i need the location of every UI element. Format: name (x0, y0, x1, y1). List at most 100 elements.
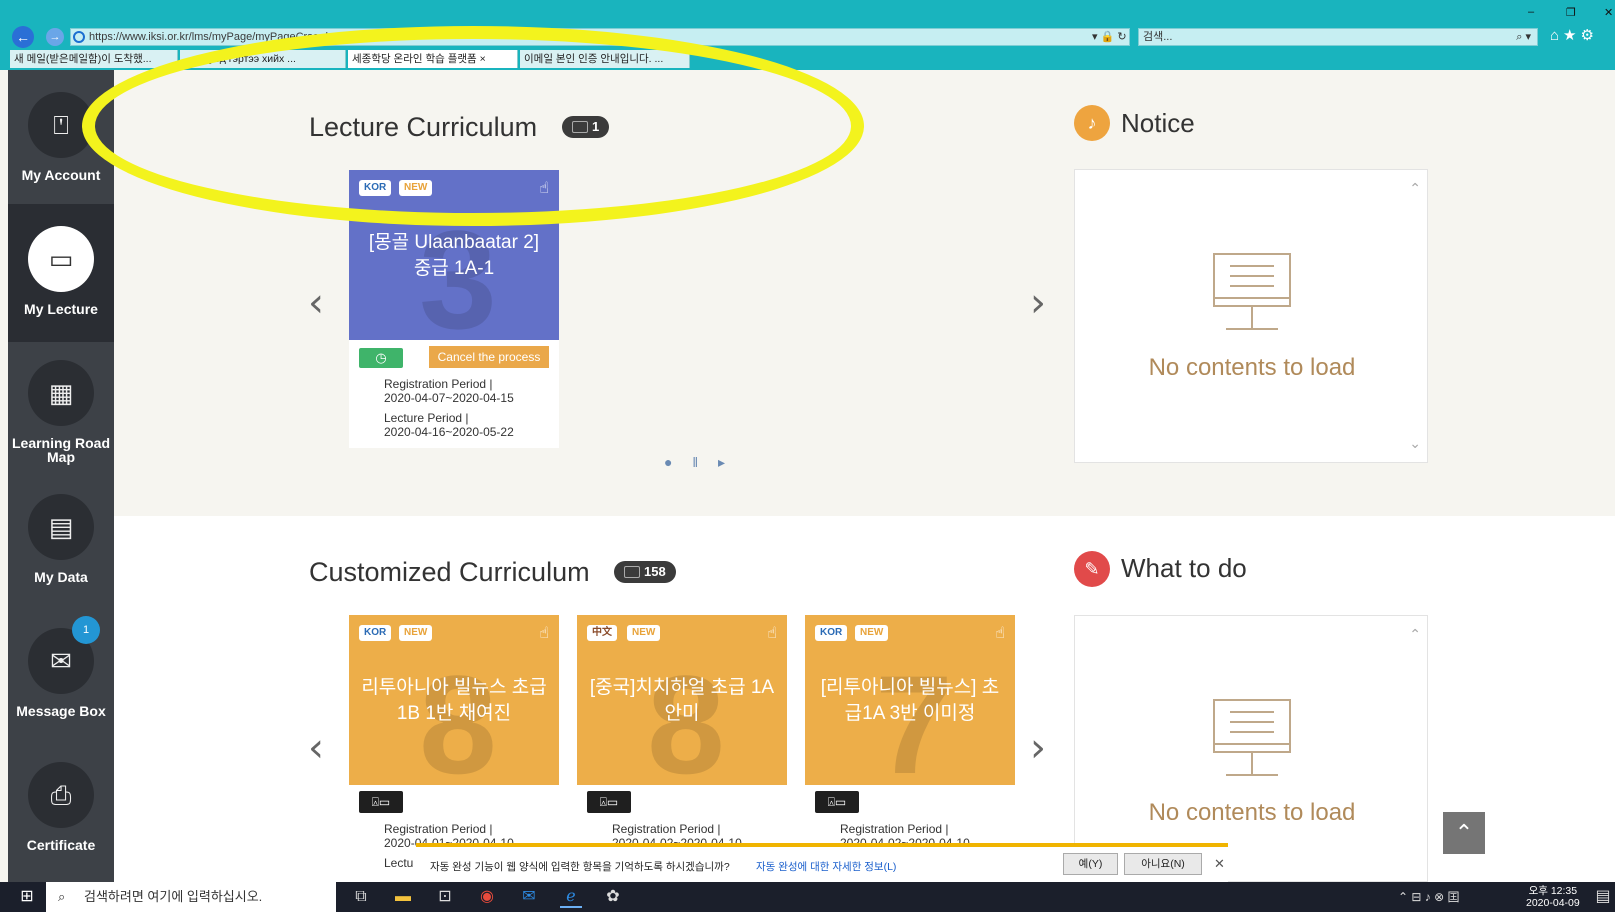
chrome-icon[interactable]: ◉ (476, 886, 498, 908)
sidebar-item-my-lecture[interactable]: ▭ My Lecture (8, 204, 114, 342)
cancel-process-button[interactable]: Cancel the process (429, 346, 549, 368)
classroom-icon: ⍓▭ (815, 791, 859, 813)
search-icon: ⌕ (58, 889, 66, 904)
card-cover: 8 KOR NEW ☝ 리투아니아 빌뉴스 초급1B 1반 채여진 (349, 615, 559, 785)
scroll-up-icon[interactable]: ⌃ (1409, 180, 1421, 197)
curriculum-card[interactable]: 7 KOR NEW ☝ [리투아니아 빌뉴스] 초급1A 3반 이미정 ⍓▭ R… (805, 615, 1015, 882)
next-arrow[interactable]: › (1030, 283, 1046, 323)
search-icon[interactable]: ⌕ ▾ (1516, 29, 1531, 45)
forward-button[interactable]: → (46, 28, 64, 46)
scroll-down-icon[interactable]: ⌄ (1409, 435, 1421, 452)
customized-count-badge: 158 (614, 561, 676, 583)
hand-pointer-icon: ☝ (539, 625, 549, 642)
status-clock-icon: ◷ (359, 348, 403, 368)
card-title: [중국]치치하얼 초급 1A 안미 (589, 677, 775, 724)
notice-panel: ⌃ ⌄ No contents to load (1074, 169, 1428, 463)
close-icon[interactable]: ✕ (1214, 856, 1225, 872)
highlight-ellipse (82, 26, 864, 226)
internet-explorer-icon[interactable]: ℯ (560, 886, 582, 908)
registration-period: Registration Period | 2020-04-07~2020-04-… (384, 377, 514, 405)
customized-curriculum-title: Customized Curriculum (309, 557, 590, 587)
curriculum-card[interactable]: 8 中文 NEW ☝ [중국]치치하얼 초급 1A 안미 ⍓▭ Registra… (577, 615, 787, 882)
card-title: [몽골 Ulaanbaatar 2] 중급 1A-1 (368, 232, 540, 279)
card-cover: 7 KOR NEW ☝ [리투아니아 빌뉴스] 초급1A 3반 이미정 (805, 615, 1015, 785)
certificate-icon: ⎙ (28, 762, 94, 828)
sidebar-label: Certificate (26, 837, 96, 853)
reg-label: Registration Period (384, 822, 487, 836)
sidebar-label: Message Box (16, 703, 106, 719)
home-favorites-settings-icons[interactable]: ⌂★⚙ (1550, 26, 1598, 44)
notice-title: Notice (1121, 108, 1195, 138)
new-tag: NEW (855, 625, 889, 641)
sidebar-item-learning-road-map[interactable]: ▦ Learning Road Map (8, 338, 114, 476)
next-arrow-customized[interactable]: › (1030, 728, 1046, 768)
classroom-icon: ⍓▭ (359, 791, 403, 813)
data-icon: ▤ (28, 494, 94, 560)
lec-dates: 2020-04-16~2020-05-22 (384, 425, 514, 439)
language-tag: KOR (815, 625, 848, 641)
bell-icon: ♪ (1074, 105, 1110, 141)
hand-pointer-icon: ☝ (995, 625, 1005, 642)
prev-arrow-customized[interactable]: ‹ (308, 728, 324, 768)
autofill-info-link[interactable]: 자동 완성에 대한 자세한 정보(L) (756, 859, 896, 874)
tag-icon: ✎ (1074, 551, 1110, 587)
tab-mail[interactable]: 새 메일(받은메일함)이 도착했... (10, 50, 178, 68)
minimize-button[interactable]: – (1528, 6, 1534, 18)
scroll-up-icon[interactable]: ⌃ (1409, 626, 1421, 643)
autofill-yes-button[interactable]: 예(Y) (1063, 853, 1118, 875)
notification-icon[interactable]: ▤ (1592, 886, 1614, 908)
windows-start-icon[interactable]: ⊞ (16, 886, 38, 908)
system-tray-icons[interactable]: ⌃ ⊟ ♪ ⊗ 囯 (1398, 886, 1488, 908)
store-icon[interactable]: ⊡ (434, 886, 456, 908)
close-window-button[interactable]: ✕ (1604, 6, 1613, 19)
lecture-period: Lecture Period | 2020-04-16~2020-05-22 (384, 411, 514, 439)
hand-pointer-icon: ☝ (767, 625, 777, 642)
paint-icon[interactable]: ✿ (602, 886, 624, 908)
browser-search-input[interactable]: 검색... ⌕ ▾ (1138, 28, 1538, 46)
autofill-no-button[interactable]: 아니요(N) (1124, 853, 1202, 875)
lock-refresh-icon[interactable]: ▾ 🔒 ↻ (1092, 30, 1127, 43)
sidebar-item-certificate[interactable]: ⎙ Certificate (8, 740, 114, 878)
search-placeholder: 검색... (1143, 31, 1173, 43)
carousel-controls[interactable]: ● ‖ ▸ (664, 454, 733, 471)
todo-panel: ⌃ No contents to load (1074, 615, 1428, 882)
sidebar-label: My Data (34, 569, 88, 585)
card-cover: 8 中文 NEW ☝ [중국]치치하얼 초급 1A 안미 (577, 615, 787, 785)
scroll-to-top-button[interactable]: ⌃ (1443, 812, 1485, 854)
lecture-icon: ▭ (28, 226, 94, 292)
back-button[interactable]: ← (12, 26, 34, 48)
taskbar-clock[interactable]: 오후 12:35 2020-04-09 (1526, 885, 1580, 909)
sidebar-label: Learning Road Map (11, 435, 110, 465)
lec-label: Lectu (384, 856, 414, 870)
language-tag: KOR (359, 625, 392, 641)
monitor-icon (1213, 699, 1291, 776)
card-info: ◷ Cancel the process Registration Period… (349, 340, 559, 448)
new-tag: NEW (627, 625, 661, 641)
sidebar: ⍞ My Account ▭ My Lecture ▦ Learning Roa… (8, 70, 114, 882)
todo-empty-text: No contents to load (1148, 799, 1356, 826)
autofill-message: 자동 완성 기능이 웹 양식에 입력한 항목을 기억하도록 하시겠습니까? (430, 861, 730, 873)
reg-label: Registration Period (384, 377, 487, 391)
card-title: [리투아니아 빌뉴스] 초급1A 3반 이미정 (820, 677, 1000, 724)
taskbar-search-input[interactable]: ⌕ 검색하려면 여기에 입력하십시오. (46, 882, 336, 912)
sidebar-item-message-box[interactable]: ✉ 1 Message Box (8, 606, 114, 744)
sidebar-label: My Lecture (24, 301, 98, 317)
clock-date: 2020-04-09 (1526, 897, 1580, 909)
file-explorer-icon[interactable]: ▬ (392, 886, 414, 908)
restore-button[interactable]: ❐ (1566, 6, 1576, 19)
notice-empty-text: No contents to load (1148, 354, 1356, 381)
sidebar-item-my-data[interactable]: ▤ My Data (8, 472, 114, 610)
curriculum-card[interactable]: 8 KOR NEW ☝ 리투아니아 빌뉴스 초급1B 1반 채여진 ⍓▭ Reg… (349, 615, 559, 882)
taskbar-search-placeholder: 검색하려면 여기에 입력하십시오. (84, 889, 263, 904)
mail-icon[interactable]: ✉ (518, 886, 540, 908)
reg-label: Registration Period (840, 822, 943, 836)
prev-arrow[interactable]: ‹ (308, 283, 324, 323)
windows-taskbar: ⊞ ⌕ 검색하려면 여기에 입력하십시오. ⧉ ▬ ⊡ ◉ ✉ ℯ ✿ ⌃ ⊟ … (0, 882, 1615, 912)
todo-title: What to do (1121, 553, 1247, 583)
count-value: 158 (644, 564, 666, 579)
sidebar-label: My Account (21, 167, 101, 183)
calendar-icon: ▦ (28, 360, 94, 426)
task-view-icon[interactable]: ⧉ (350, 886, 372, 908)
classroom-icon: ⍓▭ (587, 791, 631, 813)
book-icon (624, 566, 640, 578)
